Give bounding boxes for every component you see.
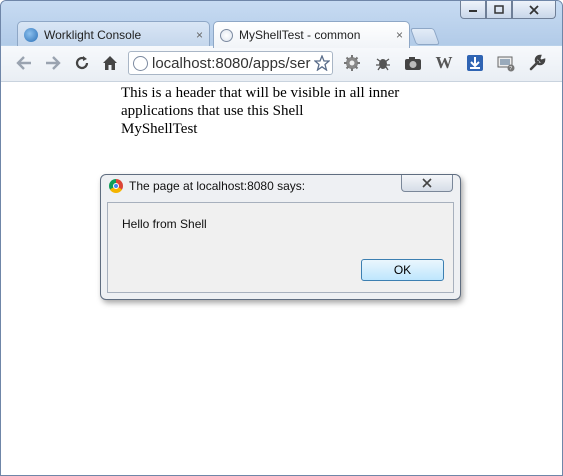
- wrench-icon: [529, 54, 546, 71]
- tab-myshelltest[interactable]: MyShellTest - common ×: [213, 21, 410, 48]
- bookmark-star-button[interactable]: [313, 54, 331, 72]
- worklight-icon: [24, 27, 38, 42]
- tab-label: Worklight Console: [44, 27, 142, 42]
- shell-header: This is a header that will be visible in…: [121, 84, 401, 138]
- home-button[interactable]: [101, 54, 119, 72]
- minimize-button[interactable]: [460, 1, 486, 19]
- back-button[interactable]: [15, 54, 33, 72]
- header-text: This is a header that will be visible in…: [121, 85, 400, 119]
- extension-bug-button[interactable]: [374, 54, 392, 72]
- maximize-button[interactable]: [486, 1, 512, 19]
- reload-icon: [75, 56, 89, 70]
- globe-icon: [220, 28, 233, 42]
- chrome-icon: [109, 179, 123, 193]
- minimize-icon: [469, 9, 477, 12]
- new-tab-button[interactable]: [409, 28, 441, 45]
- extension-gear-button[interactable]: [343, 54, 361, 72]
- settings-wrench-button[interactable]: [528, 54, 546, 72]
- back-icon: [16, 56, 31, 70]
- tab-worklight-console[interactable]: Worklight Console ×: [17, 21, 210, 47]
- maximize-icon: [494, 5, 504, 14]
- svg-text:?: ?: [509, 66, 512, 72]
- address-url[interactable]: localhost:8080/apps/ser: [152, 55, 310, 72]
- title-bar: Worklight Console × MyShellTest - common…: [1, 1, 562, 48]
- window-close-button[interactable]: [512, 1, 556, 19]
- monitor-icon: ?: [497, 56, 515, 72]
- w-icon: W: [435, 53, 453, 72]
- globe-icon: [133, 55, 148, 71]
- window-controls: [460, 1, 556, 19]
- tab-close-icon[interactable]: ×: [396, 28, 403, 42]
- extension-w-button[interactable]: W: [435, 53, 453, 72]
- tab-close-icon[interactable]: ×: [196, 28, 203, 42]
- close-icon: [422, 178, 432, 188]
- app-name: MyShellTest: [121, 121, 198, 137]
- close-icon: [529, 4, 539, 15]
- tab-label: MyShellTest - common: [239, 28, 361, 42]
- extension-camera-button[interactable]: [404, 54, 422, 72]
- gear-icon: [344, 55, 360, 71]
- dialog-close-button[interactable]: [401, 175, 453, 192]
- home-icon: [103, 56, 117, 70]
- download-icon: [467, 55, 483, 71]
- star-icon: [314, 55, 330, 71]
- ok-button[interactable]: OK: [361, 259, 444, 281]
- forward-button[interactable]: [44, 54, 62, 72]
- reload-button[interactable]: [73, 54, 91, 72]
- address-bar[interactable]: localhost:8080/apps/ser: [128, 51, 333, 75]
- dialog-body: Hello from Shell OK: [107, 202, 454, 293]
- forward-icon: [46, 56, 61, 70]
- camera-icon: [405, 57, 421, 70]
- bug-icon: [376, 58, 390, 71]
- browser-toolbar: localhost:8080/apps/ser W ?: [1, 46, 562, 82]
- alert-dialog: The page at localhost:8080 says: Hello f…: [100, 174, 461, 300]
- dialog-message: Hello from Shell: [122, 217, 207, 231]
- extension-monitor-button[interactable]: ?: [497, 54, 515, 72]
- dialog-title-text: The page at localhost:8080 says:: [129, 179, 306, 193]
- extension-download-button[interactable]: [466, 54, 484, 72]
- dialog-title: The page at localhost:8080 says:: [109, 179, 305, 193]
